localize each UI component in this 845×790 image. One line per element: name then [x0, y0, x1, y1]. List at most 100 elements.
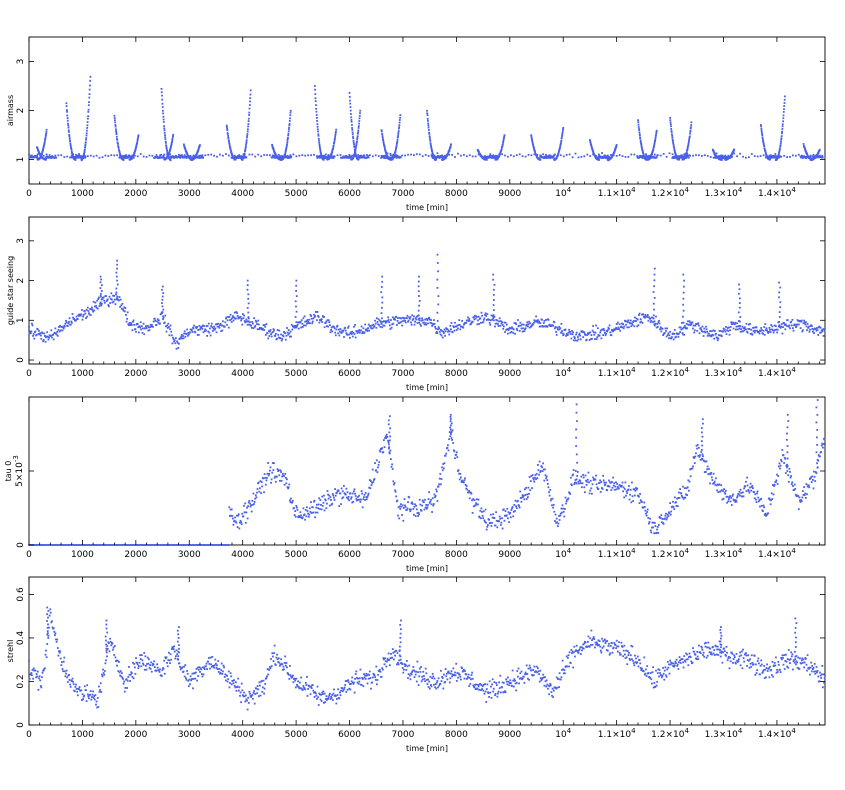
- data-point: [436, 320, 439, 322]
- data-point: [395, 495, 398, 498]
- data-point: [232, 319, 235, 322]
- data-point: [515, 154, 518, 156]
- data-point: [171, 136, 174, 138]
- data-point: [372, 481, 375, 483]
- data-point: [736, 155, 738, 158]
- data-point: [182, 335, 184, 337]
- data-point: [430, 322, 433, 325]
- data-point: [570, 337, 573, 340]
- data-point: [403, 317, 406, 320]
- data-point: [315, 114, 318, 116]
- data-point: [779, 301, 782, 304]
- data-point: [180, 335, 183, 338]
- data-point: [480, 517, 482, 520]
- data-point: [447, 444, 449, 447]
- data-point: [68, 320, 70, 323]
- data-point: [155, 324, 158, 326]
- data-point: [738, 325, 741, 328]
- data-point: [603, 329, 606, 332]
- data-point: [450, 328, 452, 331]
- data-point: [247, 297, 250, 300]
- data-point: [100, 292, 102, 295]
- data-point: [417, 309, 420, 312]
- data-point: [267, 462, 269, 464]
- data-point: [481, 514, 484, 517]
- data-point: [317, 134, 320, 137]
- data-point: [553, 321, 556, 324]
- data-point: [378, 461, 381, 463]
- data-point: [276, 475, 278, 478]
- data-point: [660, 330, 663, 333]
- data-point: [498, 320, 500, 323]
- data-point: [82, 315, 84, 318]
- data-point: [335, 328, 338, 331]
- data-point: [594, 338, 596, 340]
- data-point: [293, 507, 295, 509]
- data-point: [31, 322, 33, 325]
- data-point: [492, 273, 495, 276]
- data-point: [387, 439, 389, 442]
- data-point: [453, 329, 456, 332]
- data-point: [136, 155, 139, 158]
- data-point: [655, 315, 657, 318]
- data-point: [80, 313, 83, 316]
- data-point: [295, 321, 298, 323]
- data-point: [295, 326, 297, 329]
- data-point: [682, 309, 685, 312]
- data-point: [795, 325, 798, 328]
- data-point: [595, 155, 597, 157]
- data-point: [235, 317, 237, 320]
- data-point: [321, 155, 324, 158]
- data-point: [546, 325, 549, 328]
- data-point: [468, 318, 471, 320]
- data-point: [426, 319, 429, 322]
- data-point: [34, 155, 36, 157]
- data-point: [389, 449, 392, 452]
- data-point: [346, 334, 349, 336]
- data-point: [186, 154, 189, 157]
- data-point: [249, 97, 252, 100]
- data-point: [305, 515, 308, 518]
- data-point: [577, 338, 580, 341]
- data-point: [161, 302, 163, 304]
- data-point: [583, 331, 586, 334]
- data-point: [781, 125, 784, 128]
- data-point: [377, 155, 380, 157]
- tick-label: 2: [16, 278, 26, 284]
- data-point: [340, 487, 343, 490]
- data-point: [318, 497, 321, 500]
- data-point: [498, 520, 500, 522]
- data-point: [685, 323, 688, 325]
- data-point: [215, 331, 218, 334]
- data-point: [428, 129, 430, 131]
- data-point: [380, 157, 382, 159]
- data-point: [667, 332, 670, 335]
- data-point: [792, 329, 795, 332]
- data-point: [163, 125, 165, 127]
- data-point: [397, 317, 399, 319]
- data-point: [485, 521, 487, 524]
- data-point: [286, 154, 289, 157]
- data-point: [228, 506, 231, 509]
- data-point: [271, 471, 274, 474]
- data-point: [407, 153, 409, 156]
- data-point: [598, 153, 600, 156]
- data-point: [417, 290, 420, 293]
- data-point: [257, 319, 260, 322]
- data-point: [681, 322, 683, 324]
- data-point: [448, 333, 451, 336]
- data-point: [134, 328, 137, 330]
- data-point: [380, 312, 383, 314]
- data-point: [233, 154, 236, 157]
- data-point: [524, 155, 527, 158]
- data-point: [653, 267, 656, 270]
- data-point: [492, 288, 495, 291]
- data-point: [669, 117, 671, 119]
- data-point: [120, 304, 123, 307]
- data-point: [66, 117, 69, 119]
- data-point: [268, 335, 271, 337]
- data-point: [782, 114, 785, 117]
- data-point: [438, 483, 440, 486]
- data-point: [539, 159, 542, 161]
- data-point: [130, 155, 133, 158]
